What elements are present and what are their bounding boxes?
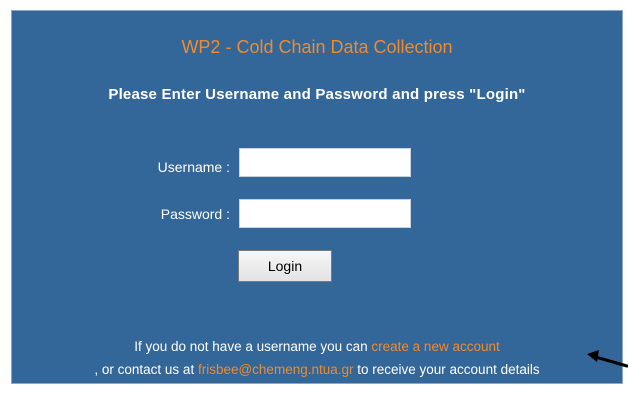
email-link[interactable]: frisbee@chemeng.ntua.gr: [198, 362, 354, 377]
footer-line-2-suffix: to receive your account details: [353, 362, 540, 377]
arrow-icon: [587, 350, 628, 368]
footer-line-1-text: If you do not have a username you can: [134, 339, 372, 354]
footer-line-2: , or contact us at frisbee@chemeng.ntua.…: [12, 362, 622, 377]
password-label: Password :: [160, 206, 230, 222]
login-instructions: Please Enter Username and Password and p…: [108, 86, 526, 103]
page-title: WP2 - Cold Chain Data Collection: [181, 37, 453, 57]
login-panel: WP2 - Cold Chain Data Collection Please …: [11, 10, 623, 384]
page-root: WP2 - Cold Chain Data Collection Please …: [0, 0, 629, 394]
username-label: Username :: [157, 159, 230, 175]
footer-line-1: If you do not have a username you can cr…: [12, 339, 622, 354]
password-field[interactable]: [239, 199, 411, 228]
footer-line-2-prefix: , or contact us at: [94, 362, 198, 377]
create-account-link[interactable]: create a new account: [371, 339, 499, 354]
username-field[interactable]: [239, 148, 411, 177]
login-button[interactable]: Login: [238, 250, 332, 282]
